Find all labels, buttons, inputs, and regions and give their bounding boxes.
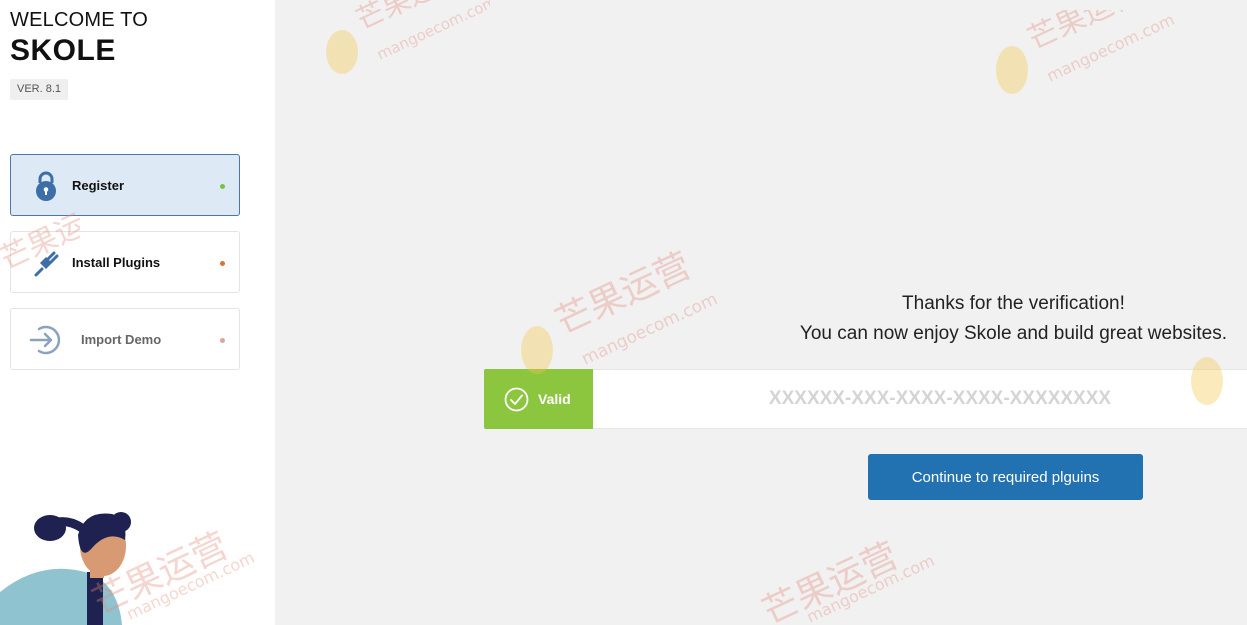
status-dot <box>220 338 225 343</box>
step-install-plugins-label: Install Plugins <box>72 255 161 270</box>
lock-icon <box>29 169 63 203</box>
welcome-heading: WELCOME TO <box>10 9 148 31</box>
thanks-message: Thanks for the verification! You can now… <box>800 289 1227 349</box>
valid-badge: Valid <box>484 369 593 429</box>
status-dot <box>220 184 225 189</box>
person-illustration <box>0 512 131 625</box>
license-key-input[interactable] <box>593 370 1247 428</box>
license-field: Valid <box>484 369 1247 429</box>
thanks-line-2: You can now enjoy Skole and build great … <box>799 323 1227 344</box>
valid-label: Valid <box>538 391 571 407</box>
step-register-label: Register <box>72 178 125 193</box>
brand-title: SKOLE <box>10 34 116 67</box>
thanks-line-1: Thanks for the verification! <box>902 293 1125 314</box>
version-badge: VER. 8.1 <box>10 79 69 100</box>
step-register[interactable]: Register <box>10 154 240 216</box>
main-panel: Thanks for the verification! You can now… <box>275 0 1247 625</box>
plug-icon <box>29 246 63 280</box>
continue-button[interactable]: Continue to required plguins <box>868 454 1143 500</box>
check-circle-icon <box>504 387 529 411</box>
step-import-demo-label: Import Demo <box>81 332 162 347</box>
arrow-right-circle-icon <box>29 323 63 357</box>
status-dot <box>220 261 225 266</box>
step-install-plugins[interactable]: Install Plugins <box>10 231 240 293</box>
step-import-demo[interactable]: Import Demo <box>10 308 240 370</box>
sidebar: WELCOME TO SKOLE VER. 8.1 Register Insta… <box>0 0 275 625</box>
